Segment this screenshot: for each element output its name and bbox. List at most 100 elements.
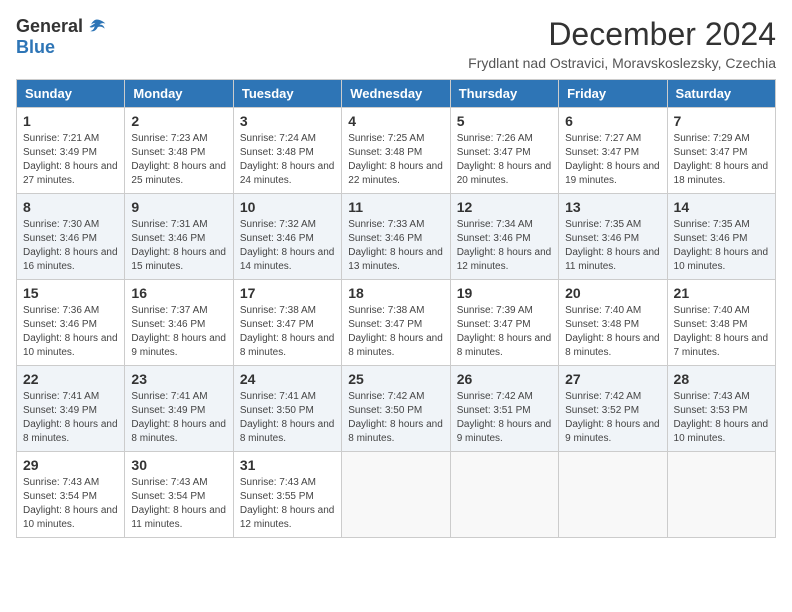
calendar-header-row: SundayMondayTuesdayWednesdayThursdayFrid… [17, 80, 776, 108]
day-info: Sunrise: 7:40 AMSunset: 3:48 PMDaylight:… [565, 304, 660, 360]
day-header-friday: Friday [559, 80, 667, 108]
day-number: 8 [23, 199, 118, 215]
calendar-cell [450, 452, 558, 538]
calendar-cell: 26 Sunrise: 7:42 AMSunset: 3:51 PMDayligh… [450, 366, 558, 452]
day-number: 16 [131, 285, 226, 301]
logo-blue-text: Blue [16, 37, 55, 57]
day-number: 7 [674, 113, 769, 129]
day-number: 30 [131, 457, 226, 473]
day-info: Sunrise: 7:36 AMSunset: 3:46 PMDaylight:… [23, 304, 118, 360]
title-section: December 2024 Frydlant nad Ostravici, Mo… [468, 16, 776, 71]
day-info: Sunrise: 7:41 AMSunset: 3:49 PMDaylight:… [23, 390, 118, 446]
day-number: 18 [348, 285, 443, 301]
day-info: Sunrise: 7:21 AMSunset: 3:49 PMDaylight:… [23, 132, 118, 188]
day-info: Sunrise: 7:42 AMSunset: 3:52 PMDaylight:… [565, 390, 660, 446]
day-header-sunday: Sunday [17, 80, 125, 108]
day-info: Sunrise: 7:41 AMSunset: 3:50 PMDaylight:… [240, 390, 335, 446]
day-number: 14 [674, 199, 769, 215]
day-number: 15 [23, 285, 118, 301]
day-header-tuesday: Tuesday [233, 80, 341, 108]
calendar-cell: 14 Sunrise: 7:35 AMSunset: 3:46 PMDayligh… [667, 194, 775, 280]
calendar-cell: 28Sunrise: 7:43 AMSunset: 3:53 PMDayligh… [667, 366, 775, 452]
day-number: 11 [348, 199, 443, 215]
calendar-cell: 13Sunrise: 7:35 AMSunset: 3:46 PMDayligh… [559, 194, 667, 280]
day-number: 13 [565, 199, 660, 215]
day-info: Sunrise: 7:25 AMSunset: 3:48 PMDaylight:… [348, 132, 443, 188]
day-info: Sunrise: 7:42 AMSunset: 3:51 PMDaylight:… [457, 390, 552, 446]
day-number: 21 [674, 285, 769, 301]
day-number: 17 [240, 285, 335, 301]
logo-general-text: General [16, 16, 83, 37]
calendar-cell: 30 Sunrise: 7:43 AMSunset: 3:54 PMDayligh… [125, 452, 233, 538]
day-number: 25 [348, 371, 443, 387]
calendar-cell: 25 Sunrise: 7:42 AMSunset: 3:50 PMDayligh… [342, 366, 450, 452]
day-info: Sunrise: 7:40 AMSunset: 3:48 PMDaylight:… [674, 304, 769, 360]
day-info: Sunrise: 7:24 AMSunset: 3:48 PMDaylight:… [240, 132, 335, 188]
page-header: General Blue December 2024 Frydlant nad … [16, 16, 776, 71]
logo: General Blue [16, 16, 107, 58]
day-info: Sunrise: 7:35 AMSunset: 3:46 PMDaylight:… [674, 218, 769, 274]
day-number: 3 [240, 113, 335, 129]
calendar-cell: 21 Sunrise: 7:40 AMSunset: 3:48 PMDayligh… [667, 280, 775, 366]
day-number: 23 [131, 371, 226, 387]
calendar-cell: 8Sunrise: 7:30 AMSunset: 3:46 PMDaylight… [17, 194, 125, 280]
day-number: 24 [240, 371, 335, 387]
day-info: Sunrise: 7:43 AMSunset: 3:54 PMDaylight:… [23, 476, 118, 532]
calendar-cell: 7 Sunrise: 7:29 AMSunset: 3:47 PMDaylight… [667, 108, 775, 194]
day-info: Sunrise: 7:34 AMSunset: 3:46 PMDaylight:… [457, 218, 552, 274]
day-number: 9 [131, 199, 226, 215]
calendar-cell: 10Sunrise: 7:32 AMSunset: 3:46 PMDayligh… [233, 194, 341, 280]
month-title: December 2024 [468, 16, 776, 53]
calendar-cell: 2 Sunrise: 7:23 AMSunset: 3:48 PMDaylight… [125, 108, 233, 194]
day-info: Sunrise: 7:29 AMSunset: 3:47 PMDaylight:… [674, 132, 769, 188]
day-info: Sunrise: 7:33 AMSunset: 3:46 PMDaylight:… [348, 218, 443, 274]
day-info: Sunrise: 7:23 AMSunset: 3:48 PMDaylight:… [131, 132, 226, 188]
day-info: Sunrise: 7:39 AMSunset: 3:47 PMDaylight:… [457, 304, 552, 360]
calendar-week-row: 8Sunrise: 7:30 AMSunset: 3:46 PMDaylight… [17, 194, 776, 280]
day-number: 19 [457, 285, 552, 301]
day-info: Sunrise: 7:41 AMSunset: 3:49 PMDaylight:… [131, 390, 226, 446]
day-info: Sunrise: 7:38 AMSunset: 3:47 PMDaylight:… [348, 304, 443, 360]
day-info: Sunrise: 7:37 AMSunset: 3:46 PMDaylight:… [131, 304, 226, 360]
calendar-cell: 11 Sunrise: 7:33 AMSunset: 3:46 PMDayligh… [342, 194, 450, 280]
calendar-cell: 24 Sunrise: 7:41 AMSunset: 3:50 PMDayligh… [233, 366, 341, 452]
calendar-cell: 15 Sunrise: 7:36 AMSunset: 3:46 PMDayligh… [17, 280, 125, 366]
day-number: 20 [565, 285, 660, 301]
calendar-cell: 23 Sunrise: 7:41 AMSunset: 3:49 PMDayligh… [125, 366, 233, 452]
day-number: 2 [131, 113, 226, 129]
calendar-week-row: 29 Sunrise: 7:43 AMSunset: 3:54 PMDayligh… [17, 452, 776, 538]
calendar-cell: 3 Sunrise: 7:24 AMSunset: 3:48 PMDaylight… [233, 108, 341, 194]
calendar-cell: 19 Sunrise: 7:39 AMSunset: 3:47 PMDayligh… [450, 280, 558, 366]
calendar-cell: 1 Sunrise: 7:21 AMSunset: 3:49 PMDaylight… [17, 108, 125, 194]
calendar-cell: 31Sunrise: 7:43 AMSunset: 3:55 PMDayligh… [233, 452, 341, 538]
day-header-thursday: Thursday [450, 80, 558, 108]
calendar-cell: 5Sunrise: 7:26 AMSunset: 3:47 PMDaylight… [450, 108, 558, 194]
day-number: 29 [23, 457, 118, 473]
location-subtitle: Frydlant nad Ostravici, Moravskoslezsky,… [468, 55, 776, 71]
day-info: Sunrise: 7:38 AMSunset: 3:47 PMDaylight:… [240, 304, 335, 360]
day-number: 26 [457, 371, 552, 387]
day-info: Sunrise: 7:43 AMSunset: 3:54 PMDaylight:… [131, 476, 226, 532]
day-number: 22 [23, 371, 118, 387]
calendar-cell: 12Sunrise: 7:34 AMSunset: 3:46 PMDayligh… [450, 194, 558, 280]
calendar-cell: 4Sunrise: 7:25 AMSunset: 3:48 PMDaylight… [342, 108, 450, 194]
day-number: 1 [23, 113, 118, 129]
calendar-table: SundayMondayTuesdayWednesdayThursdayFrid… [16, 79, 776, 538]
calendar-week-row: 15 Sunrise: 7:36 AMSunset: 3:46 PMDayligh… [17, 280, 776, 366]
calendar-cell: 27Sunrise: 7:42 AMSunset: 3:52 PMDayligh… [559, 366, 667, 452]
day-info: Sunrise: 7:27 AMSunset: 3:47 PMDaylight:… [565, 132, 660, 188]
day-info: Sunrise: 7:26 AMSunset: 3:47 PMDaylight:… [457, 132, 552, 188]
day-info: Sunrise: 7:32 AMSunset: 3:46 PMDaylight:… [240, 218, 335, 274]
day-info: Sunrise: 7:31 AMSunset: 3:46 PMDaylight:… [131, 218, 226, 274]
calendar-cell [559, 452, 667, 538]
day-info: Sunrise: 7:43 AMSunset: 3:55 PMDaylight:… [240, 476, 335, 532]
day-header-saturday: Saturday [667, 80, 775, 108]
calendar-cell: 22 Sunrise: 7:41 AMSunset: 3:49 PMDayligh… [17, 366, 125, 452]
calendar-week-row: 22 Sunrise: 7:41 AMSunset: 3:49 PMDayligh… [17, 366, 776, 452]
calendar-cell: 29 Sunrise: 7:43 AMSunset: 3:54 PMDayligh… [17, 452, 125, 538]
calendar-cell [342, 452, 450, 538]
calendar-week-row: 1 Sunrise: 7:21 AMSunset: 3:49 PMDaylight… [17, 108, 776, 194]
day-number: 6 [565, 113, 660, 129]
day-header-monday: Monday [125, 80, 233, 108]
day-info: Sunrise: 7:42 AMSunset: 3:50 PMDaylight:… [348, 390, 443, 446]
